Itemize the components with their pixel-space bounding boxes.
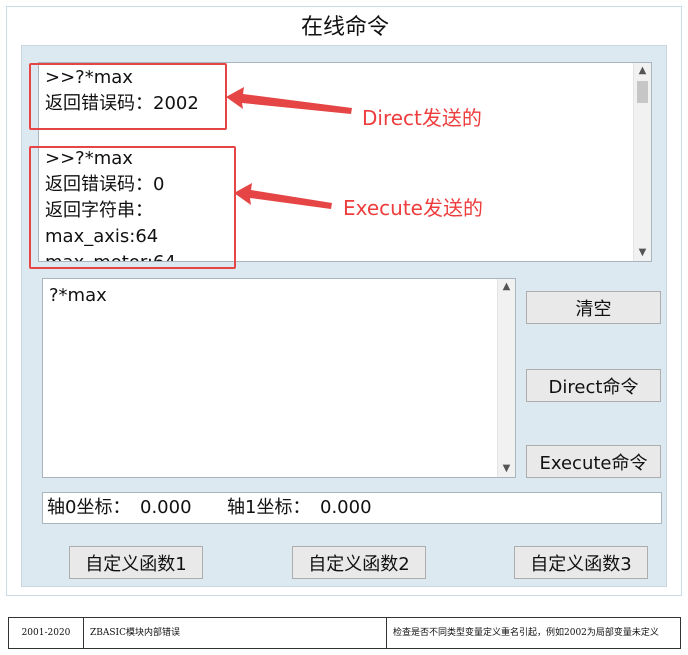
execute-command-button[interactable]: Execute命令 [526, 445, 661, 478]
direct-command-button[interactable]: Direct命令 [526, 369, 661, 402]
direct-annotation-label: Direct发送的 [362, 106, 482, 130]
axis0-label: 轴0坐标： [47, 497, 131, 518]
axis0-value: 0.000 [140, 497, 192, 518]
axis1-label: 轴1坐标： [227, 497, 311, 518]
scroll-up-icon[interactable]: ▲ [634, 63, 651, 79]
clear-button[interactable]: 清空 [526, 291, 661, 324]
scroll-up-icon[interactable]: ▲ [498, 279, 515, 295]
scroll-thumb[interactable] [637, 81, 648, 103]
error-note-cell: 检查是否不同类型变量定义重名引起，例如2002为局部变量未定义 [386, 617, 681, 649]
axis1-value: 0.000 [320, 497, 372, 518]
execute-annotation-label: Execute发送的 [343, 196, 483, 220]
command-input-text: ?*max [49, 285, 107, 306]
error-name-cell: ZBASIC模块内部错误 [83, 617, 387, 649]
custom-function-2-button[interactable]: 自定义函数2 [292, 546, 426, 579]
direct-output-highlight [29, 63, 227, 130]
output-scrollbar[interactable]: ▲ ▼ [633, 63, 651, 261]
command-input[interactable]: ?*max ▲ ▼ [42, 278, 516, 478]
table-row: 2001-2020 ZBASIC模块内部错误 检查是否不同类型变量定义重名引起，… [8, 617, 681, 649]
execute-output-highlight [29, 146, 236, 269]
dialog-title: 在线命令 [300, 15, 389, 40]
error-code-cell: 2001-2020 [8, 617, 84, 649]
error-code-table: 2001-2020 ZBASIC模块内部错误 检查是否不同类型变量定义重名引起，… [8, 617, 681, 649]
scroll-down-icon[interactable]: ▼ [498, 461, 515, 477]
scroll-down-icon[interactable]: ▼ [634, 245, 651, 261]
axis-coordinate-status: 轴0坐标： 0.000 轴1坐标： 0.000 [42, 492, 662, 524]
custom-function-1-button[interactable]: 自定义函数1 [69, 546, 203, 579]
command-scrollbar[interactable]: ▲ ▼ [497, 279, 515, 477]
custom-function-3-button[interactable]: 自定义函数3 [514, 546, 648, 579]
